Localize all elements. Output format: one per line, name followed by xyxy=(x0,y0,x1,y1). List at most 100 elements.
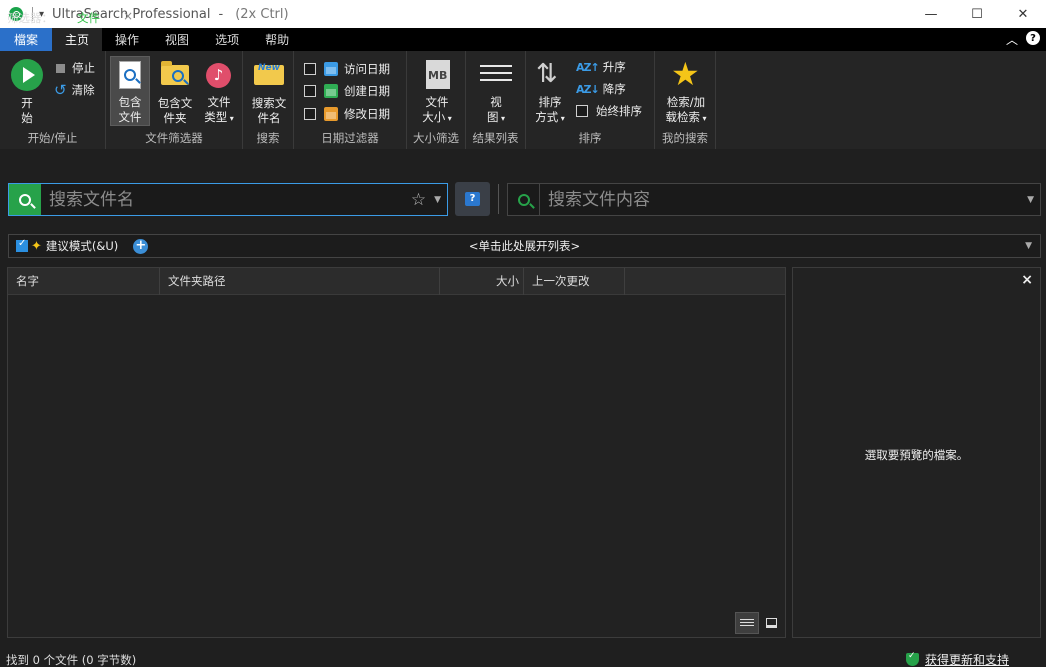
stop-icon xyxy=(56,63,65,73)
group-size-filter: 文件 大小 ▾ 大小筛选 xyxy=(407,51,466,149)
update-support-link[interactable]: 获得更新和支持 xyxy=(925,651,1009,667)
expand-list-link[interactable]: <单击此处展开列表> xyxy=(9,238,1040,254)
always-sort-checkbox[interactable] xyxy=(576,105,588,117)
sort-descending-button[interactable]: AZ↓ 降序 xyxy=(576,79,626,99)
content-search-box: ▼ xyxy=(507,183,1041,216)
close-preview-icon[interactable]: × xyxy=(1021,272,1033,288)
tab-file[interactable]: 檔案 xyxy=(0,28,53,51)
group-label-result-list: 结果列表 xyxy=(472,131,519,145)
create-date-filter[interactable]: 创建日期 xyxy=(304,81,390,101)
maximize-button[interactable]: ☐ xyxy=(954,0,1000,28)
results-header: 名字 文件夹路径 大小 上一次更改 xyxy=(8,268,785,295)
ribbon: 开 始 停止 ↺ 清除 开始/停止 包含 文件 包含文 件夹 ♪ 文件 类型 ▾… xyxy=(0,51,1046,149)
minimize-button[interactable]: — xyxy=(908,0,954,28)
list-lines-icon xyxy=(480,65,512,85)
content-search-input[interactable] xyxy=(540,184,1028,215)
filename-search-input[interactable] xyxy=(41,184,411,215)
group-label-start-stop: 开始/停止 xyxy=(27,131,78,145)
group-label-file-filter: 文件筛选器 xyxy=(145,131,203,145)
question-bubble-icon: ? xyxy=(465,192,480,206)
suggest-dropdown-icon[interactable]: ▼ xyxy=(1025,241,1032,251)
tab-home[interactable]: 主页 xyxy=(52,28,103,51)
include-folders-button[interactable]: 包含文 件夹 xyxy=(153,56,197,126)
create-date-checkbox[interactable] xyxy=(304,85,316,97)
group-label-search: 搜索 xyxy=(256,131,280,145)
group-date-filter: 访问日期 创建日期 修改日期 日期过滤器 xyxy=(294,51,407,149)
view-button[interactable]: 视 图 ▾ xyxy=(476,56,516,126)
file-types-button[interactable]: ♪ 文件 类型 ▾ xyxy=(198,56,240,126)
sort-az-icon: AZ↑ xyxy=(576,60,600,74)
sort-ascending-button[interactable]: AZ↑ 升序 xyxy=(576,57,626,77)
column-header-name[interactable]: 名字 xyxy=(8,268,160,295)
clear-button[interactable]: ↺ 清除 xyxy=(54,80,95,100)
content-history-dropdown-icon[interactable]: ▼ xyxy=(1027,195,1034,205)
start-button[interactable]: 开 始 xyxy=(7,56,47,126)
search-help-button[interactable]: ? xyxy=(455,182,490,216)
filter-label: 筛选器： xyxy=(7,11,53,25)
filename-search-button[interactable] xyxy=(9,184,41,215)
group-label-size-filter: 大小筛选 xyxy=(413,131,459,145)
modify-date-filter[interactable]: 修改日期 xyxy=(304,104,390,124)
group-start-stop: 开 始 停止 ↺ 清除 开始/停止 xyxy=(0,51,106,149)
group-label-sort: 排序 xyxy=(578,131,602,145)
sort-za-icon: AZ↓ xyxy=(576,82,600,96)
modify-date-checkbox[interactable] xyxy=(304,108,316,120)
column-header-folder-path[interactable]: 文件夹路径 xyxy=(160,268,440,295)
suggest-bar: ✦ 建议模式(&U) + <单击此处展开列表> ▼ xyxy=(8,234,1041,258)
preview-panel: × 選取要預覽的檔案。 xyxy=(792,267,1041,638)
tile-view-button[interactable] xyxy=(759,612,783,634)
preview-message: 選取要預覽的檔案。 xyxy=(864,448,969,462)
title-dash: - xyxy=(218,6,224,22)
search-filenames-button[interactable]: 搜索文 件名 xyxy=(247,56,291,126)
magnifier-icon xyxy=(172,70,184,82)
access-date-checkbox[interactable] xyxy=(304,63,316,75)
title-bar: ▾ UltraSearch Professional - (2x Ctrl) —… xyxy=(0,0,1046,28)
help-icon[interactable]: ? xyxy=(1026,31,1040,45)
tile-view-icon xyxy=(765,618,777,628)
group-sort: ⇅ 排序 方式 ▾ AZ↑ 升序 AZ↓ 降序 始终排序 排序 xyxy=(526,51,655,149)
search-icon xyxy=(19,193,31,206)
group-label-my-searches: 我的搜索 xyxy=(662,131,708,145)
group-result-list: 视 图 ▾ 结果列表 xyxy=(466,51,526,149)
calendar-orange-icon xyxy=(324,107,338,121)
filename-search-box: ☆ ▼ xyxy=(8,183,448,216)
star-icon: ★ xyxy=(671,55,700,93)
stop-button[interactable]: 停止 xyxy=(56,58,95,78)
update-support-link-group[interactable]: 获得更新和支持 xyxy=(905,651,1009,667)
music-note-icon: ♪ xyxy=(206,63,231,88)
status-found-count: 找到 0 个文件 (0 字节数) xyxy=(6,653,137,667)
file-size-button[interactable]: 文件 大小 ▾ xyxy=(415,56,459,126)
magnifier-icon xyxy=(124,69,136,81)
include-files-button[interactable]: 包含 文件 xyxy=(110,56,150,126)
group-my-searches: ★ 检索/加 载检索 ▾ 我的搜索 xyxy=(655,51,716,149)
sort-arrows-icon: ⇅ xyxy=(536,59,558,89)
close-window-button[interactable]: ✕ xyxy=(1000,0,1046,28)
filename-history-dropdown-icon[interactable]: ▼ xyxy=(434,195,441,205)
list-view-button[interactable] xyxy=(735,612,759,634)
mb-file-icon xyxy=(426,60,450,89)
filter-tag-files[interactable]: 文件 xyxy=(77,10,100,26)
always-sort-option[interactable]: 始终排序 xyxy=(576,101,642,121)
load-search-button[interactable]: ★ 检索/加 载检索 ▾ xyxy=(659,56,713,126)
tab-options[interactable]: 选项 xyxy=(202,28,252,51)
favorite-star-icon[interactable]: ☆ xyxy=(411,190,426,210)
collapse-ribbon-icon[interactable]: ︿ xyxy=(1006,31,1018,48)
content-search-button[interactable] xyxy=(508,184,540,215)
column-header-last-modified[interactable]: 上一次更改 xyxy=(524,268,625,295)
access-date-filter[interactable]: 访问日期 xyxy=(304,59,390,79)
tab-help[interactable]: 帮助 xyxy=(252,28,302,51)
calendar-blue-icon xyxy=(324,62,338,76)
list-view-icon xyxy=(740,618,754,628)
column-header-size[interactable]: 大小 xyxy=(440,268,524,295)
undo-icon: ↺ xyxy=(54,81,67,99)
shield-check-icon xyxy=(905,651,919,666)
tab-view[interactable]: 视图 xyxy=(152,28,202,51)
sort-mode-button[interactable]: ⇅ 排序 方式 ▾ xyxy=(530,56,570,126)
group-search: 搜索文 件名 搜索 xyxy=(243,51,294,149)
filter-tag-close-icon[interactable]: × xyxy=(123,9,133,23)
new-badge-icon xyxy=(254,63,284,85)
calendar-green-icon xyxy=(324,84,338,98)
group-file-filter: 包含 文件 包含文 件夹 ♪ 文件 类型 ▾ 文件筛选器 xyxy=(106,51,243,149)
results-panel: 名字 文件夹路径 大小 上一次更改 xyxy=(7,267,786,638)
tab-actions[interactable]: 操作 xyxy=(102,28,152,51)
